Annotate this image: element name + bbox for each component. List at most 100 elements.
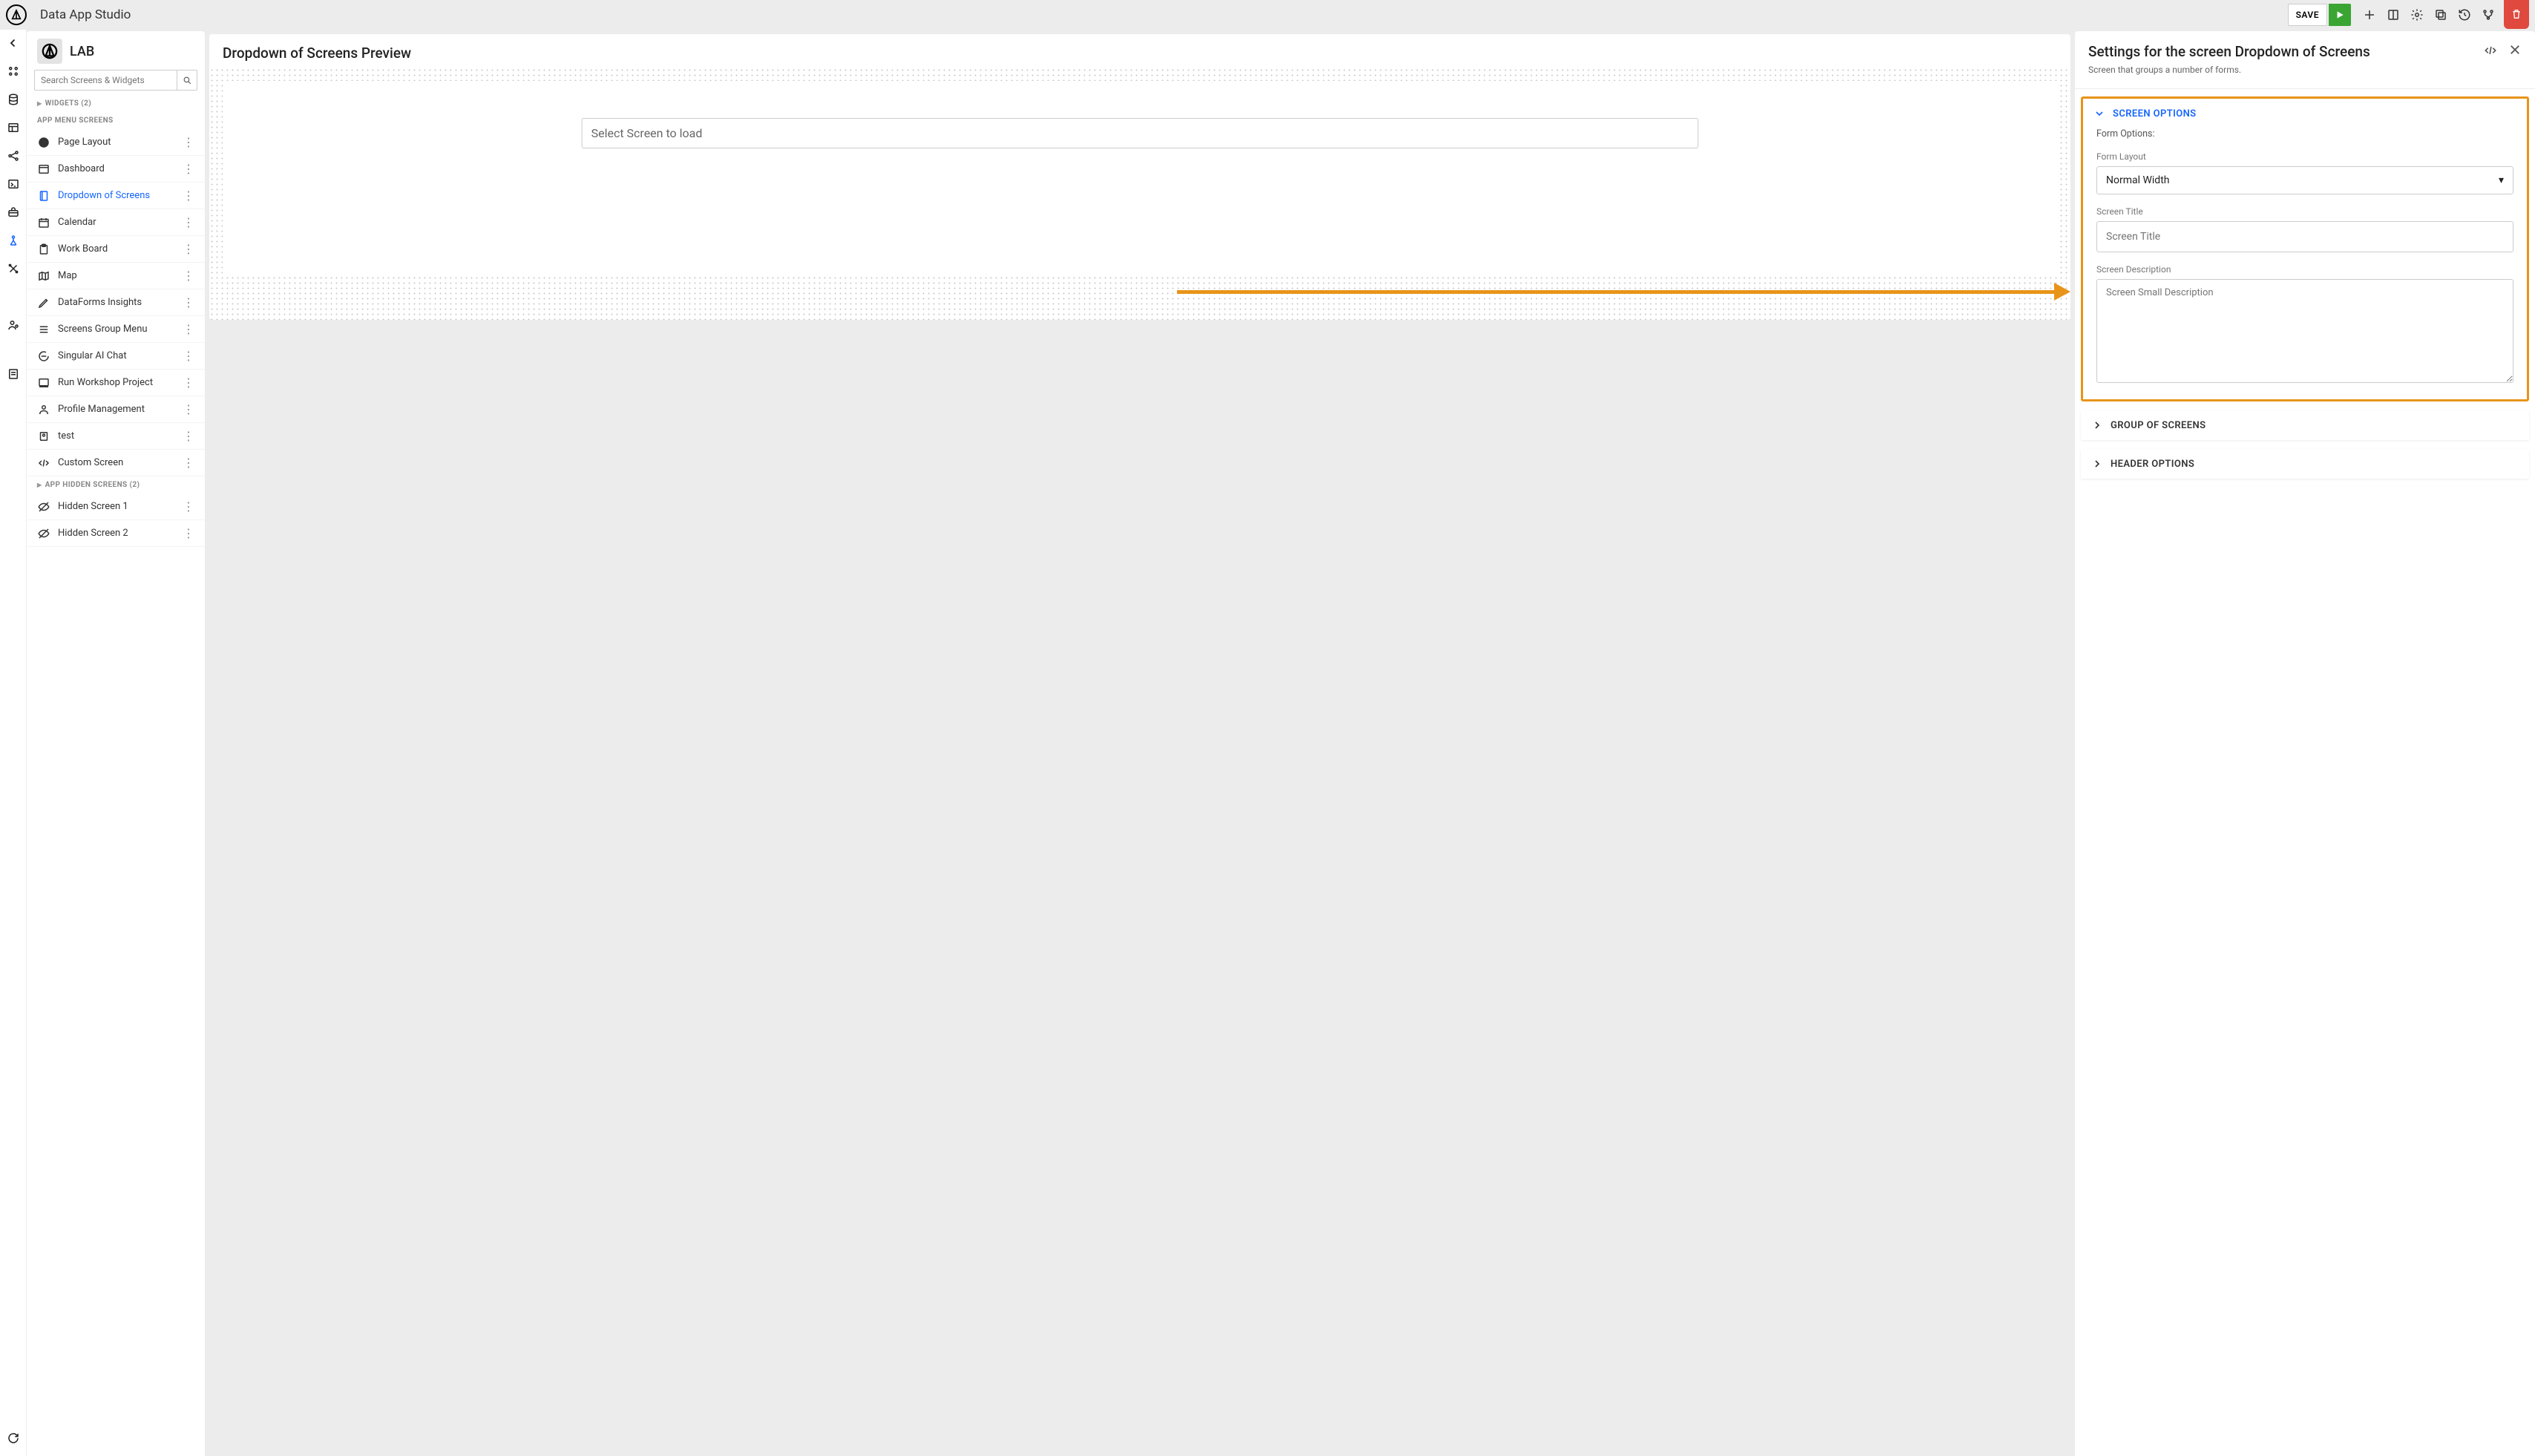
kebab-icon[interactable]: ⋮ <box>180 429 197 443</box>
settings-title: Settings for the screen Dropdown of Scre… <box>2088 43 2483 60</box>
kebab-icon[interactable]: ⋮ <box>180 349 197 363</box>
run-button[interactable] <box>2329 4 2351 26</box>
chat-icon <box>37 350 50 363</box>
form-options-label: Form Options: <box>2096 128 2513 140</box>
screen-title-label: Screen Title <box>2096 206 2513 217</box>
group-of-screens-head[interactable]: GROUP OF SCREENS <box>2081 410 2529 440</box>
kebab-icon[interactable]: ⋮ <box>180 188 197 203</box>
back-icon[interactable] <box>6 36 21 50</box>
sidebar-item-singular-ai-chat[interactable]: Singular AI Chat ⋮ <box>27 343 205 370</box>
left-rail <box>0 30 27 1456</box>
close-icon[interactable] <box>2508 43 2522 58</box>
list-icon <box>37 323 50 336</box>
hidden-screens-section-head[interactable]: ▶APP HIDDEN SCREENS (2) <box>27 476 205 493</box>
chevron-right-icon <box>2091 458 2103 470</box>
history-icon[interactable] <box>2453 4 2476 26</box>
sidebar-item-work-board[interactable]: Work Board ⋮ <box>27 236 205 263</box>
toolbox-icon[interactable] <box>6 205 21 220</box>
kebab-icon[interactable]: ⋮ <box>180 526 197 540</box>
kebab-icon[interactable]: ⋮ <box>180 215 197 229</box>
dashboard-icon <box>37 163 50 176</box>
map-icon <box>37 269 50 283</box>
screen-title-input[interactable] <box>2096 221 2513 252</box>
header-options-panel: HEADER OPTIONS <box>2081 449 2529 479</box>
group-of-screens-panel: GROUP OF SCREENS <box>2081 410 2529 440</box>
eye-off-icon <box>37 527 50 540</box>
annotation-arrow <box>1177 290 2070 295</box>
sidebar-item-custom-screen[interactable]: Custom Screen ⋮ <box>27 450 205 476</box>
terminal-icon[interactable] <box>6 177 21 191</box>
sidebar-item-dashboard[interactable]: Dashboard ⋮ <box>27 156 205 183</box>
kebab-icon[interactable]: ⋮ <box>180 295 197 309</box>
sidebar-item-profile-management[interactable]: Profile Management ⋮ <box>27 396 205 423</box>
header-options-head[interactable]: HEADER OPTIONS <box>2081 449 2529 479</box>
badge-icon <box>37 430 50 443</box>
eye-off-icon <box>37 500 50 514</box>
project-name: LAB <box>70 44 94 59</box>
delete-button[interactable] <box>2504 0 2529 29</box>
sidebar-item-dropdown-screens[interactable]: Dropdown of Screens ⋮ <box>27 183 205 209</box>
form-layout-label: Form Layout <box>2096 151 2513 162</box>
preview-title: Dropdown of Screens Preview <box>209 34 2070 68</box>
kebab-icon[interactable]: ⋮ <box>180 322 197 336</box>
table-icon[interactable] <box>6 120 21 135</box>
sidebar-item-test[interactable]: test ⋮ <box>27 423 205 450</box>
app-logo-icon <box>6 4 27 25</box>
docs-icon[interactable] <box>6 367 21 381</box>
add-icon[interactable] <box>2358 4 2381 26</box>
apps-icon[interactable] <box>6 64 21 79</box>
top-bar: Data App Studio SAVE <box>0 0 2535 30</box>
kebab-icon[interactable]: ⋮ <box>180 242 197 256</box>
pen-icon <box>37 296 50 309</box>
widgets-section-head[interactable]: ▶WIDGETS (2) <box>27 95 205 112</box>
screen-description-textarea[interactable] <box>2096 279 2513 383</box>
settings-icon[interactable] <box>2406 4 2428 26</box>
search-button[interactable] <box>177 70 197 91</box>
preview-area: Dropdown of Screens Preview Select Scree… <box>205 30 2075 1456</box>
branch-icon[interactable] <box>2477 4 2499 26</box>
project-logo-icon <box>37 39 62 64</box>
sidebar-item-screens-group-menu[interactable]: Screens Group Menu ⋮ <box>27 316 205 343</box>
screen-select-dropdown[interactable]: Select Screen to load <box>582 118 1699 148</box>
refresh-icon[interactable] <box>6 1431 21 1446</box>
menu-screens-section-head: APP MENU SCREENS <box>27 112 205 129</box>
user-icon <box>37 403 50 416</box>
kebab-icon[interactable]: ⋮ <box>180 402 197 416</box>
sidebar-item-hidden-1[interactable]: Hidden Screen 1 ⋮ <box>27 493 205 520</box>
panels-icon[interactable] <box>2382 4 2404 26</box>
screen-options-head[interactable]: SCREEN OPTIONS <box>2083 99 2527 128</box>
preview-canvas: Select Screen to load <box>209 68 2070 320</box>
kebab-icon[interactable]: ⋮ <box>180 499 197 514</box>
save-button[interactable]: SAVE <box>2288 4 2327 26</box>
sidebar-item-calendar[interactable]: Calendar ⋮ <box>27 209 205 236</box>
kebab-icon[interactable]: ⋮ <box>180 456 197 470</box>
sidebar-item-map[interactable]: Map ⋮ <box>27 263 205 289</box>
tools-icon[interactable] <box>6 261 21 276</box>
kebab-icon[interactable]: ⋮ <box>180 162 197 176</box>
code-view-icon[interactable] <box>2483 43 2498 58</box>
design-icon[interactable] <box>6 233 21 248</box>
caret-down-icon: ▾ <box>2499 174 2504 186</box>
screens-sidebar: LAB ▶WIDGETS (2) APP MENU SCREENS Page L… <box>27 31 205 1456</box>
kebab-icon[interactable]: ⋮ <box>180 269 197 283</box>
form-layout-select[interactable]: Normal Width ▾ <box>2096 166 2513 194</box>
share-icon[interactable] <box>6 148 21 163</box>
sidebar-item-dataforms-insights[interactable]: DataForms Insights ⋮ <box>27 289 205 316</box>
kebab-icon[interactable]: ⋮ <box>180 135 197 149</box>
sidebar-item-run-workshop-project[interactable]: Run Workshop Project ⋮ <box>27 370 205 396</box>
settings-panel: Settings for the screen Dropdown of Scre… <box>2075 31 2535 1456</box>
sidebar-item-hidden-2[interactable]: Hidden Screen 2 ⋮ <box>27 520 205 547</box>
clipboard-icon <box>37 243 50 256</box>
gear-fill-icon <box>37 136 50 149</box>
monitor-icon <box>37 376 50 390</box>
copy-icon[interactable] <box>2430 4 2452 26</box>
chevron-down-icon <box>2093 108 2105 119</box>
database-icon[interactable] <box>6 92 21 107</box>
app-title: Data App Studio <box>40 7 131 22</box>
user-settings-icon[interactable] <box>6 318 21 332</box>
search-input[interactable] <box>34 70 177 91</box>
kebab-icon[interactable]: ⋮ <box>180 376 197 390</box>
screen-description-label: Screen Description <box>2096 264 2513 275</box>
sidebar-item-page-layout[interactable]: Page Layout ⋮ <box>27 129 205 156</box>
settings-subtitle: Screen that groups a number of forms. <box>2088 65 2483 75</box>
